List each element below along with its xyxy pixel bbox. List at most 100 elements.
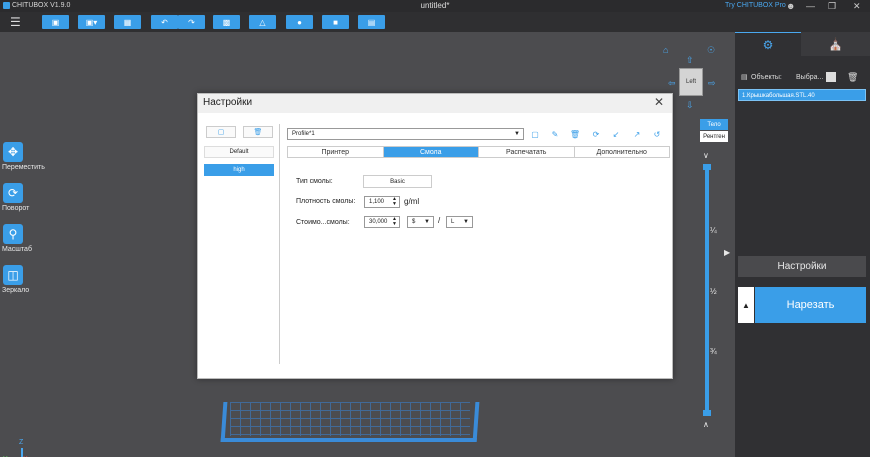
- new-file-icon: ▢: [217, 129, 225, 136]
- delete-profile-button[interactable]: 🗑: [243, 126, 273, 138]
- settings-button[interactable]: Настройки: [738, 256, 866, 277]
- rotate-tool[interactable]: ⟳ Поворот: [2, 183, 52, 212]
- redo-button[interactable]: ↷: [178, 15, 205, 29]
- z-axis-icon: Z: [19, 439, 24, 446]
- refresh-icon[interactable]: ⟳: [590, 128, 602, 140]
- close-window-button[interactable]: ✕: [853, 0, 861, 12]
- expand-panel-icon[interactable]: ▶: [724, 248, 730, 257]
- restore-button[interactable]: ❐: [828, 0, 836, 12]
- caret-up-icon: ▲: [742, 300, 750, 310]
- select-all-label[interactable]: Выбра...: [796, 74, 823, 81]
- settings-dialog: Настройки ✕ ▢ 🗑 Default high Profile*1 ▼…: [197, 93, 673, 379]
- select-all-checkbox[interactable]: [826, 72, 836, 82]
- rotate-tool-label: Поворот: [2, 205, 30, 212]
- layer-slider-top-knob[interactable]: [703, 164, 711, 170]
- objects-header: ▤ Объекты: Выбра... 🗑: [738, 72, 868, 84]
- tab-resin[interactable]: Смола: [383, 147, 479, 157]
- build-plate: [220, 402, 480, 442]
- slider-mark-three-quarters: ¾: [710, 347, 717, 356]
- share-icon[interactable]: ↺: [651, 128, 663, 140]
- separator: /: [438, 216, 441, 225]
- tab-library[interactable]: ⛪: [801, 32, 870, 56]
- density-input[interactable]: 1,100 ▲ ▼: [364, 196, 400, 208]
- chevron-down-icon: ▼: [514, 131, 520, 137]
- dig-hole-button[interactable]: ▤: [358, 15, 385, 29]
- eye-icon[interactable]: ☉: [707, 45, 715, 56]
- density-label: Плотность смолы:: [296, 198, 356, 205]
- layer-up-icon[interactable]: ∨: [703, 151, 709, 160]
- objects-label: Объекты:: [751, 74, 782, 81]
- save-button[interactable]: ▦: [114, 15, 141, 29]
- minimize-button[interactable]: —: [806, 0, 815, 12]
- slice-button[interactable]: Нарезать: [755, 287, 866, 323]
- dialog-divider: [279, 124, 280, 364]
- menu-icon[interactable]: ☰: [10, 15, 21, 29]
- move-tool[interactable]: ✥ Переместить: [2, 142, 52, 171]
- import-icon[interactable]: ↙: [610, 128, 622, 140]
- right-panel: ⚙ ⛪ ▤ Объекты: Выбра... 🗑 1.Крышкабольша…: [735, 32, 870, 457]
- auto-layout-button[interactable]: ▩: [213, 15, 240, 29]
- slice-options-button[interactable]: ▲: [738, 287, 754, 323]
- open-file-button[interactable]: ▣: [42, 15, 69, 29]
- gear-icon: ⚙: [762, 37, 774, 52]
- objects-list-icon: ▤: [741, 74, 748, 81]
- try-pro-link[interactable]: Try CHITUBOX Pro: [725, 2, 786, 9]
- new-file-icon[interactable]: ▢: [529, 128, 541, 140]
- move-tool-label: Переместить: [2, 164, 45, 171]
- volume-unit-value: L: [451, 219, 455, 225]
- trash-icon[interactable]: 🗑: [569, 128, 581, 140]
- scale-tool[interactable]: ⚲ Масштаб: [2, 224, 52, 253]
- home-view-icon[interactable]: ⌂: [663, 45, 668, 55]
- dialog-header: Настройки ✕: [198, 94, 672, 113]
- spinner-arrows-icon: ▲ ▼: [392, 196, 397, 207]
- solid-view-button[interactable]: Тело: [700, 119, 728, 130]
- volume-unit-select[interactable]: L ▼: [446, 216, 473, 228]
- object-list-item[interactable]: 1.Крышкабольшая.STL.40: [738, 89, 866, 101]
- slider-mark-quarter: ¼: [710, 226, 717, 235]
- tab-settings-gear[interactable]: ⚙: [735, 32, 801, 56]
- profile-select-value: Profile*1: [292, 131, 315, 137]
- scale-icon: ⚲: [3, 224, 23, 244]
- mirror-tool[interactable]: ◫ Зеркало: [2, 265, 52, 294]
- user-icon[interactable]: ☻: [786, 0, 795, 12]
- hollow-button[interactable]: ■: [322, 15, 349, 29]
- dialog-title: Настройки: [203, 97, 253, 108]
- spinner-arrows-icon: ▲ ▼: [392, 216, 397, 227]
- title-bar: CHITUBOX V1.9.0 untitled* Try CHITUBOX P…: [0, 0, 870, 12]
- currency-value: $: [412, 219, 416, 225]
- delete-object-icon[interactable]: 🗑: [847, 72, 858, 83]
- tab-printer[interactable]: Принтер: [288, 147, 384, 157]
- resin-type-value[interactable]: Basic: [363, 175, 432, 188]
- tab-advanced[interactable]: Дополнительно: [575, 147, 670, 157]
- mirror-tool-label: Зеркало: [2, 287, 30, 294]
- cost-label: Стоимо...смолы:: [296, 219, 350, 226]
- library-icon: ⛪: [828, 37, 843, 51]
- xray-view-button[interactable]: Рентген: [700, 131, 728, 142]
- view-cube[interactable]: Left: [679, 68, 703, 96]
- profile-high[interactable]: high: [204, 164, 274, 176]
- rotate-up-icon[interactable]: ⇧: [686, 55, 694, 66]
- profile-default[interactable]: Default: [204, 146, 274, 158]
- chevron-down-icon: ▼: [424, 219, 430, 225]
- rotate-left-icon[interactable]: ⇦: [668, 78, 676, 89]
- edit-icon[interactable]: ✎: [549, 128, 561, 140]
- new-profile-button[interactable]: ▢: [206, 126, 236, 138]
- open-recent-button[interactable]: ▣▾: [78, 15, 105, 29]
- support-button[interactable]: ●: [286, 15, 313, 29]
- layer-slider-track[interactable]: [705, 167, 709, 415]
- export-icon[interactable]: ↗: [631, 128, 643, 140]
- currency-select[interactable]: $ ▼: [407, 216, 434, 228]
- layer-down-icon[interactable]: ∧: [703, 420, 709, 429]
- undo-button[interactable]: ↶: [151, 15, 178, 29]
- profile-select[interactable]: Profile*1 ▼: [287, 128, 524, 140]
- rotate-right-icon[interactable]: ⇨: [708, 78, 716, 89]
- trash-icon: 🗑: [253, 129, 263, 136]
- layer-slider-bottom-knob[interactable]: [703, 410, 711, 416]
- rotate-icon: ⟳: [3, 183, 23, 203]
- cost-input[interactable]: 30,000 ▲ ▼: [364, 216, 400, 228]
- rotate-down-icon[interactable]: ⇩: [686, 100, 694, 111]
- arrange-button[interactable]: △: [249, 15, 276, 29]
- mirror-icon: ◫: [3, 265, 23, 285]
- dialog-close-icon[interactable]: ✕: [654, 95, 664, 109]
- tab-print[interactable]: Распечатать: [479, 147, 575, 157]
